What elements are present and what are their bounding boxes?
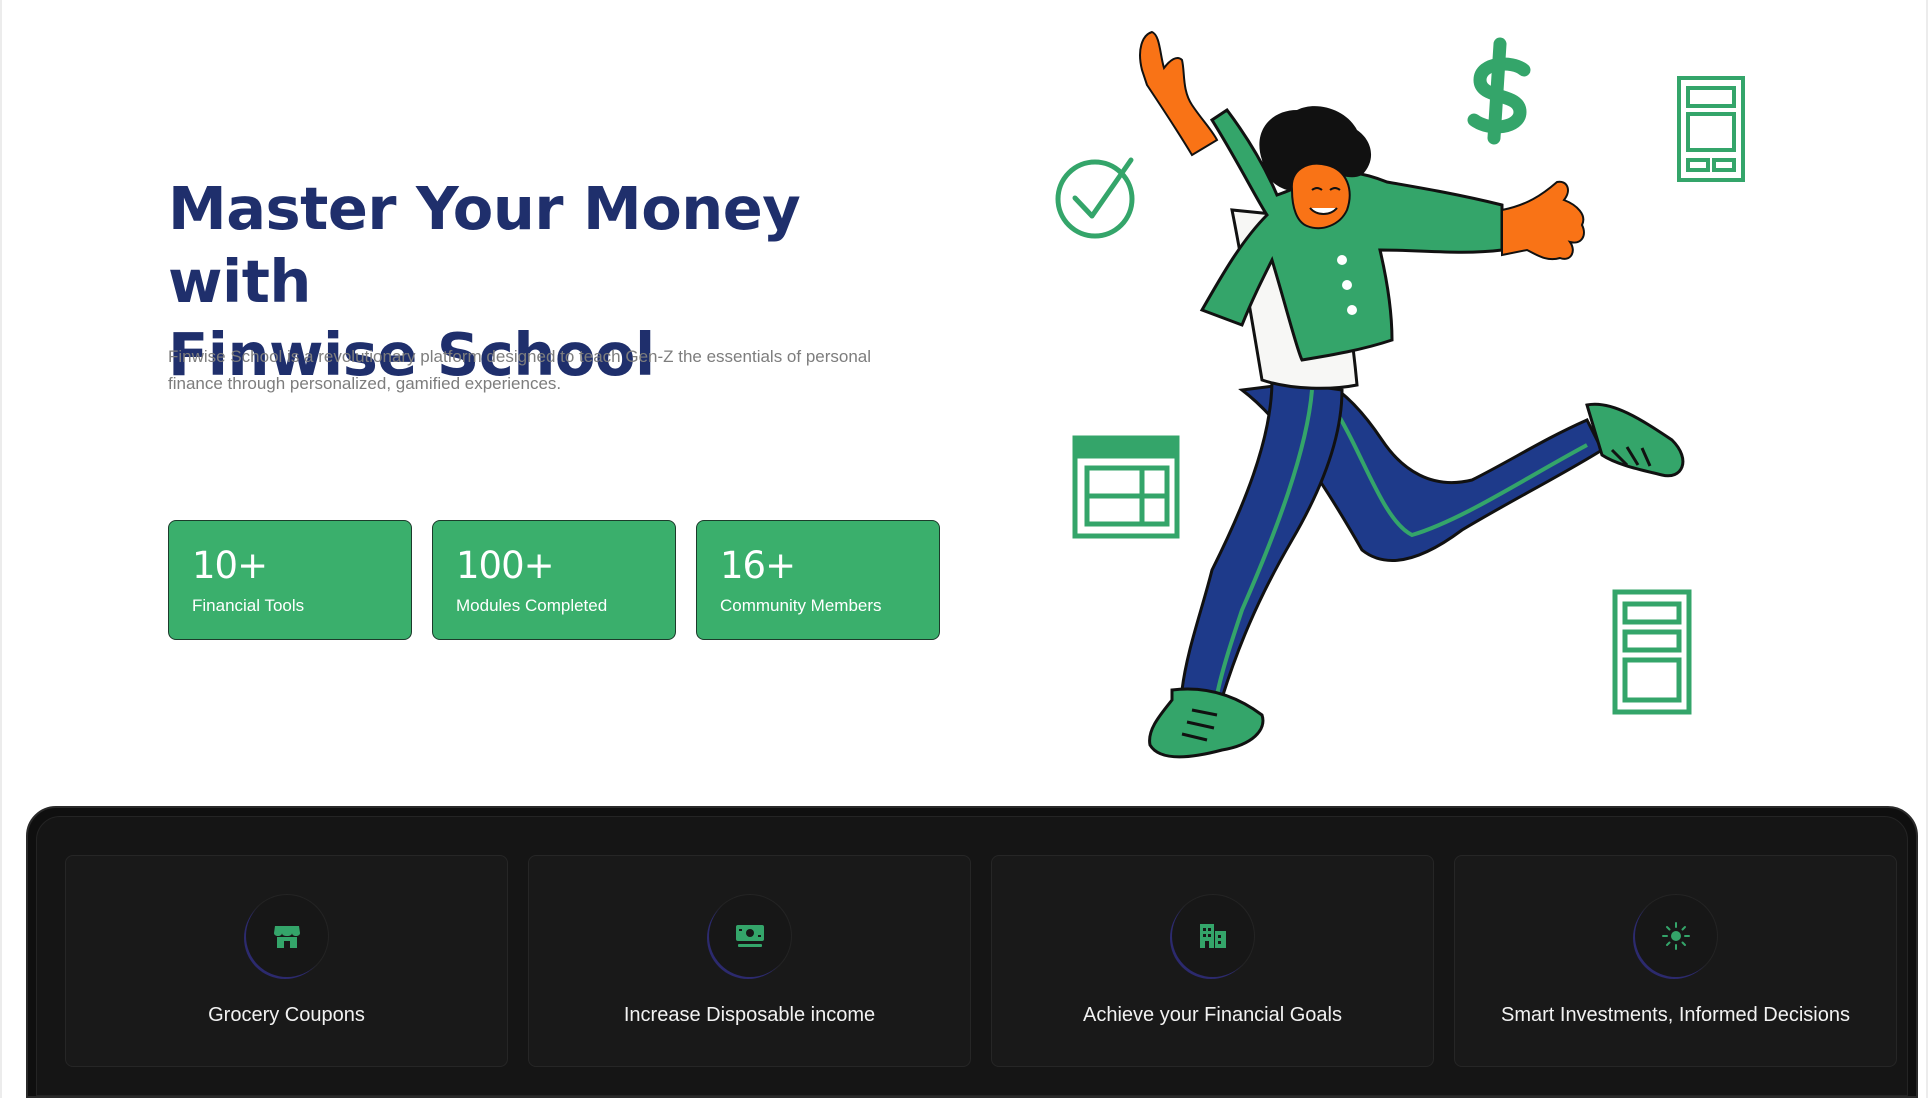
dollar-icon — [1467, 37, 1531, 145]
feature-label: Grocery Coupons — [208, 1004, 365, 1026]
feature-label: Achieve your Financial Goals — [1082, 1004, 1342, 1026]
person-figure — [1139, 30, 1685, 759]
feature-card-grocery-coupons[interactable]: Grocery Coupons — [65, 855, 508, 1067]
stat-card-financial-tools: 10+ Financial Tools — [168, 520, 412, 640]
hero-illustration — [1055, 30, 1745, 759]
store-icon — [246, 895, 328, 977]
device-icon — [1677, 76, 1745, 182]
hero-description: Finwise School is a revolutionary platfo… — [168, 347, 872, 393]
sun-icon — [1635, 895, 1717, 977]
building-icon — [1172, 895, 1254, 977]
hero-title-line-1: Master Your Money with — [168, 174, 801, 316]
calendar-icon — [1072, 435, 1180, 539]
features-panel: Grocery Coupons Increase Disposable inco… — [26, 806, 1918, 1098]
stat-label: Modules Completed — [456, 596, 608, 615]
stat-value: 16+ — [720, 544, 796, 587]
document-icon — [1612, 589, 1692, 715]
feature-card-financial-goals[interactable]: Achieve your Financial Goals — [991, 855, 1434, 1067]
stat-label: Community Members — [720, 596, 882, 615]
stat-value: 10+ — [192, 544, 268, 587]
check-circle-icon — [1055, 157, 1135, 239]
feature-label: Smart Investments, Informed Decisions — [1500, 1004, 1850, 1026]
feature-card-smart-investments[interactable]: Smart Investments, Informed Decisions — [1454, 855, 1897, 1067]
feature-card-disposable-income[interactable]: Increase Disposable income — [528, 855, 971, 1067]
features-panel-inner: Grocery Coupons Increase Disposable inco… — [36, 816, 1908, 1096]
stat-card-community-members: 16+ Community Members — [696, 520, 940, 640]
feature-label: Increase Disposable income — [623, 1004, 876, 1026]
stat-value: 100+ — [456, 544, 555, 587]
cash-icon — [709, 895, 791, 977]
stat-card-modules-completed: 100+ Modules Completed — [432, 520, 676, 640]
stat-label: Financial Tools — [192, 596, 305, 615]
landing-page: Master Your Money with Finwise School Fi… — [0, 0, 1928, 1098]
stats-row: 10+ Financial Tools 100+ Modules Complet… — [168, 520, 940, 640]
features-grid: Grocery Coupons Increase Disposable inco… — [65, 855, 1897, 1067]
